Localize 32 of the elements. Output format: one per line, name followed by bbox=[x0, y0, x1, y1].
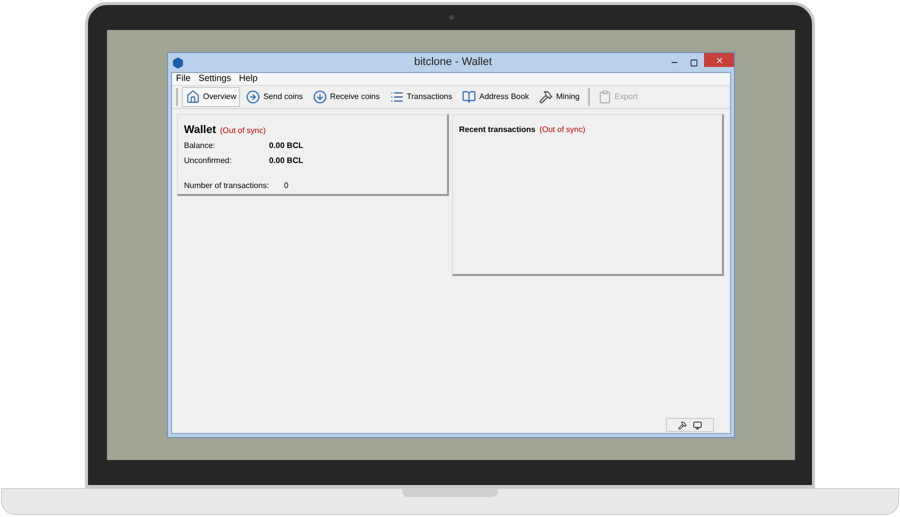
field-label: Balance: bbox=[184, 140, 216, 152]
sync-status: (Out of sync) bbox=[539, 124, 586, 136]
field-label: Number of transactions: bbox=[184, 180, 270, 192]
toolbar-button[interactable]: Address Book bbox=[458, 87, 534, 107]
menu-item[interactable]: Settings bbox=[198, 72, 232, 86]
field-value: 0.00 BCL bbox=[269, 140, 304, 152]
book-icon bbox=[462, 90, 476, 104]
wallet-title: Wallet bbox=[184, 123, 216, 138]
field-label: Unconfirmed: bbox=[184, 155, 233, 167]
toolbar-button[interactable]: Mining bbox=[535, 87, 584, 107]
sync-status: (Out of sync) bbox=[220, 125, 266, 137]
maximize-icon bbox=[690, 58, 698, 66]
clipboard-icon bbox=[598, 90, 612, 104]
menu-item[interactable]: File bbox=[176, 72, 191, 86]
menu-item[interactable]: Help bbox=[239, 72, 258, 86]
arrow-right-icon bbox=[246, 90, 260, 104]
field-value: 0.00 BCL bbox=[269, 155, 304, 167]
toolbar-button[interactable]: Send coins bbox=[242, 87, 307, 107]
toolbar-button[interactable]: Transactions bbox=[386, 87, 456, 107]
field-value: 0 bbox=[284, 180, 288, 192]
hammer-icon bbox=[678, 420, 687, 430]
house-icon bbox=[186, 90, 200, 104]
close-icon bbox=[714, 56, 724, 64]
camera-icon bbox=[448, 15, 454, 20]
arrow-down-icon bbox=[312, 90, 327, 104]
app-logo-icon bbox=[172, 56, 184, 68]
toolbar-button[interactable]: Overview bbox=[182, 87, 240, 107]
hammer-icon bbox=[539, 90, 554, 104]
list-icon bbox=[390, 90, 404, 104]
toolbar-button[interactable]: Receive coins bbox=[308, 87, 384, 107]
panel-title: Recent transactions bbox=[459, 124, 536, 136]
window-title: bitclone - Wallet bbox=[414, 55, 492, 70]
